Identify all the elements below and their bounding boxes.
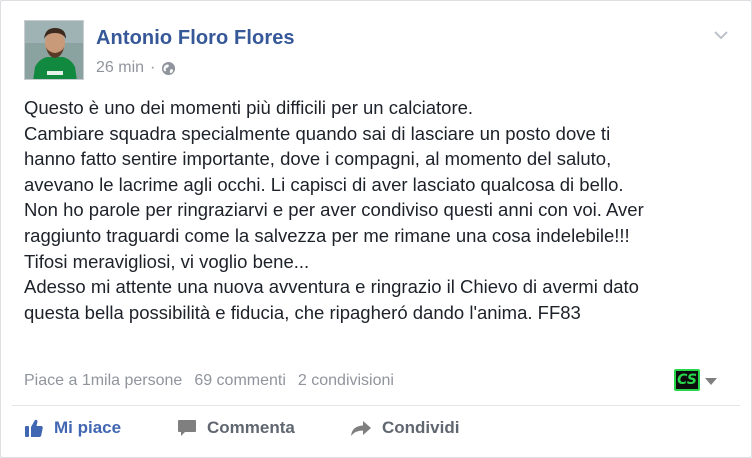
thumbs-up-icon (25, 419, 43, 437)
share-label: Condividi (382, 418, 460, 437)
post-line: raggiunto traguardi come la salvezza per… (24, 224, 630, 246)
comment-icon (178, 420, 196, 436)
post-meta: 26 min · (96, 59, 176, 77)
post-line: questa bella possibilità e fiducia, che … (24, 301, 581, 323)
comment-button[interactable]: Commenta (177, 418, 295, 438)
chevron-down-icon[interactable] (713, 28, 729, 40)
post-line: Cambiare squadra specialmente quando sai… (24, 122, 611, 144)
caret-down-icon[interactable] (705, 378, 717, 385)
avatar-photo-icon (25, 21, 83, 79)
like-label: Mi piace (54, 418, 122, 437)
cs-badge-icon[interactable]: CS (674, 369, 700, 391)
post-line: hanno fatto sentire importante, dove i c… (24, 148, 612, 170)
likes-count[interactable]: Piace a 1mila persone (24, 372, 182, 390)
author-name[interactable]: Antonio Floro Flores (96, 27, 295, 50)
post-line: Adesso mi attente una nuova avventura e … (24, 276, 639, 298)
post-stats: Piace a 1mila persone 69 commenti 2 cond… (24, 372, 394, 390)
post-line: avevano le lacrime agli occhi. Li capisc… (24, 173, 624, 195)
comment-label: Commenta (207, 418, 295, 437)
post-line: Non ho parole per ringraziarvi e per ave… (24, 199, 644, 221)
post-text: Questo è uno dei momenti più difficili p… (24, 95, 734, 325)
post-card: Antonio Floro Flores 26 min · Questo è u… (0, 0, 752, 458)
post-time[interactable]: 26 min (96, 59, 144, 77)
like-button[interactable]: Mi piace (24, 418, 121, 438)
share-button[interactable]: Condividi (350, 418, 459, 438)
shares-count[interactable]: 2 condivisioni (298, 372, 394, 390)
share-arrow-icon (351, 421, 371, 436)
avatar[interactable] (24, 20, 84, 80)
post-line: Questo è uno dei momenti più difficili p… (24, 97, 474, 118)
comments-count[interactable]: 69 commenti (194, 372, 286, 390)
meta-separator: · (150, 59, 156, 76)
action-bar: Mi piace Commenta Condividi (1, 406, 752, 452)
post-line: Tifosi meravigliosi, vi voglio bene... (24, 250, 310, 272)
globe-icon[interactable] (161, 61, 176, 76)
